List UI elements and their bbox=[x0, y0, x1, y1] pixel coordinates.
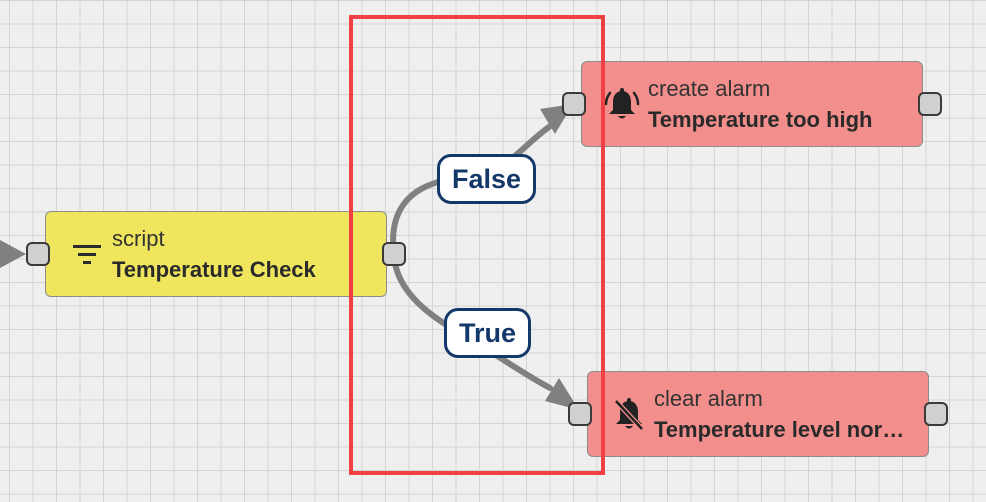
incoming-arrowhead bbox=[0, 240, 26, 268]
rule-chain-canvas[interactable]: script Temperature Check create alarm Te… bbox=[0, 0, 986, 502]
clear-alarm-node[interactable]: clear alarm Temperature level normal bbox=[587, 371, 929, 457]
script-output-port[interactable] bbox=[382, 242, 406, 266]
true-edge-label[interactable]: True bbox=[444, 308, 532, 358]
node-name-label: Temperature Check bbox=[112, 257, 316, 282]
create-alarm-node[interactable]: create alarm Temperature too high bbox=[581, 61, 923, 147]
node-type-label: create alarm bbox=[648, 76, 771, 101]
script-input-port[interactable] bbox=[26, 242, 50, 266]
clear-alarm-output-port[interactable] bbox=[924, 402, 948, 426]
node-type-label: clear alarm bbox=[654, 386, 763, 411]
alarm-bell-icon bbox=[604, 88, 640, 119]
node-name-label: Temperature too high bbox=[648, 107, 873, 132]
false-edge-label[interactable]: False bbox=[437, 154, 537, 204]
clear-alarm-input-port[interactable] bbox=[568, 402, 592, 426]
bell-off-icon bbox=[614, 398, 644, 431]
create-alarm-output-port[interactable] bbox=[918, 92, 942, 116]
create-alarm-input-port[interactable] bbox=[562, 92, 586, 116]
script-node[interactable]: script Temperature Check bbox=[45, 211, 387, 297]
node-name-label: Temperature level normal bbox=[654, 417, 906, 442]
node-type-label: script bbox=[112, 226, 165, 251]
filter-icon bbox=[73, 245, 101, 264]
